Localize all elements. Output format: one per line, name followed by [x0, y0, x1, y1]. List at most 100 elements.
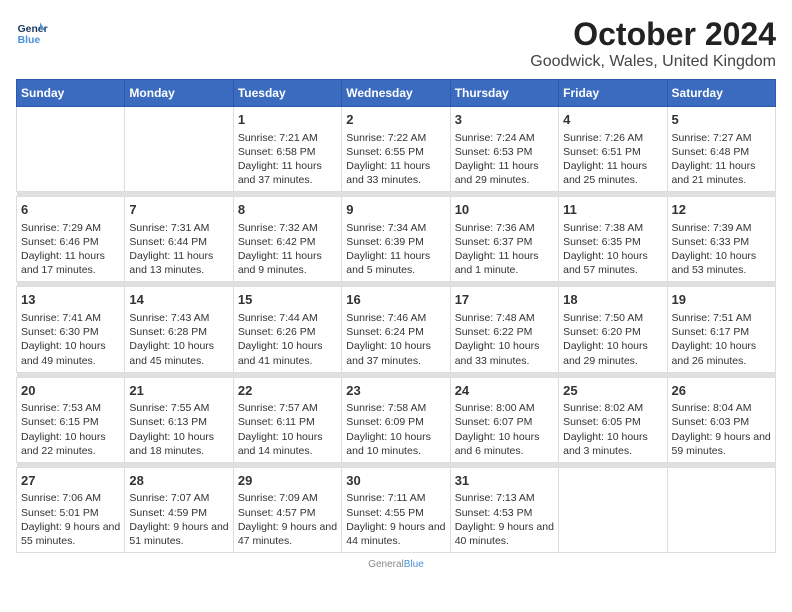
- day-number: 16: [346, 291, 445, 309]
- day-info: Sunrise: 7:39 AM Sunset: 6:33 PM Dayligh…: [672, 221, 771, 278]
- table-row: 3 Sunrise: 7:24 AM Sunset: 6:53 PM Daylig…: [450, 107, 558, 192]
- day-number: 6: [21, 201, 120, 219]
- calendar-week-row: 1 Sunrise: 7:21 AM Sunset: 6:58 PM Daylig…: [17, 107, 776, 192]
- col-sunday: Sunday: [17, 80, 125, 107]
- day-number: 29: [238, 472, 337, 490]
- day-number: 3: [455, 111, 554, 129]
- day-info: Sunrise: 7:24 AM Sunset: 6:53 PM Dayligh…: [455, 131, 554, 188]
- day-info: Sunrise: 7:21 AM Sunset: 6:58 PM Dayligh…: [238, 131, 337, 188]
- day-info: Sunrise: 7:48 AM Sunset: 6:22 PM Dayligh…: [455, 311, 554, 368]
- table-row: 19 Sunrise: 7:51 AM Sunset: 6:17 PM Dayli…: [667, 287, 775, 372]
- day-number: 23: [346, 382, 445, 400]
- day-number: 8: [238, 201, 337, 219]
- table-row: 15 Sunrise: 7:44 AM Sunset: 6:26 PM Dayli…: [233, 287, 341, 372]
- day-info: Sunrise: 7:06 AM Sunset: 5:01 PM Dayligh…: [21, 491, 120, 548]
- day-info: Sunrise: 7:31 AM Sunset: 6:44 PM Dayligh…: [129, 221, 228, 278]
- table-row: 27Sunrise: 7:06 AM Sunset: 5:01 PM Dayli…: [17, 467, 125, 552]
- day-number: 20: [21, 382, 120, 400]
- day-info: Sunrise: 7:51 AM Sunset: 6:17 PM Dayligh…: [672, 311, 771, 368]
- table-row: 28Sunrise: 7:07 AM Sunset: 4:59 PM Dayli…: [125, 467, 233, 552]
- day-info: Sunrise: 7:26 AM Sunset: 6:51 PM Dayligh…: [563, 131, 662, 188]
- calendar-week-row: 6 Sunrise: 7:29 AM Sunset: 6:46 PM Daylig…: [17, 197, 776, 282]
- page-subtitle: Goodwick, Wales, United Kingdom: [530, 53, 776, 71]
- day-info: Sunrise: 7:29 AM Sunset: 6:46 PM Dayligh…: [21, 221, 120, 278]
- table-row: 14 Sunrise: 7:43 AM Sunset: 6:28 PM Dayli…: [125, 287, 233, 372]
- table-row: 22Sunrise: 7:57 AM Sunset: 6:11 PM Dayli…: [233, 377, 341, 462]
- calendar-week-row: 13 Sunrise: 7:41 AM Sunset: 6:30 PM Dayli…: [17, 287, 776, 372]
- page-title: October 2024: [530, 16, 776, 53]
- table-row: 12Sunrise: 7:39 AM Sunset: 6:33 PM Dayli…: [667, 197, 775, 282]
- logo: General Blue: [16, 16, 48, 48]
- day-info: Sunrise: 7:53 AM Sunset: 6:15 PM Dayligh…: [21, 401, 120, 458]
- table-row: 18Sunrise: 7:50 AM Sunset: 6:20 PM Dayli…: [559, 287, 667, 372]
- table-row: 11Sunrise: 7:38 AM Sunset: 6:35 PM Dayli…: [559, 197, 667, 282]
- day-info: Sunrise: 7:58 AM Sunset: 6:09 PM Dayligh…: [346, 401, 445, 458]
- day-number: 15: [238, 291, 337, 309]
- day-info: Sunrise: 7:46 AM Sunset: 6:24 PM Dayligh…: [346, 311, 445, 368]
- day-info: Sunrise: 8:00 AM Sunset: 6:07 PM Dayligh…: [455, 401, 554, 458]
- table-row: 6 Sunrise: 7:29 AM Sunset: 6:46 PM Daylig…: [17, 197, 125, 282]
- day-number: 5: [672, 111, 771, 129]
- day-number: 7: [129, 201, 228, 219]
- table-row: [667, 467, 775, 552]
- table-row: 8 Sunrise: 7:32 AM Sunset: 6:42 PM Daylig…: [233, 197, 341, 282]
- table-row: 26Sunrise: 8:04 AM Sunset: 6:03 PM Dayli…: [667, 377, 775, 462]
- day-number: 25: [563, 382, 662, 400]
- table-row: 25Sunrise: 8:02 AM Sunset: 6:05 PM Dayli…: [559, 377, 667, 462]
- table-row: 2 Sunrise: 7:22 AM Sunset: 6:55 PM Daylig…: [342, 107, 450, 192]
- page-header: General Blue October 2024 Goodwick, Wale…: [16, 16, 776, 71]
- day-number: 27: [21, 472, 120, 490]
- day-number: 17: [455, 291, 554, 309]
- day-number: 10: [455, 201, 554, 219]
- day-info: Sunrise: 7:32 AM Sunset: 6:42 PM Dayligh…: [238, 221, 337, 278]
- day-number: 21: [129, 382, 228, 400]
- day-info: Sunrise: 7:22 AM Sunset: 6:55 PM Dayligh…: [346, 131, 445, 188]
- day-number: 14: [129, 291, 228, 309]
- table-row: 16 Sunrise: 7:46 AM Sunset: 6:24 PM Dayli…: [342, 287, 450, 372]
- table-row: 31Sunrise: 7:13 AM Sunset: 4:53 PM Dayli…: [450, 467, 558, 552]
- day-info: Sunrise: 7:43 AM Sunset: 6:28 PM Dayligh…: [129, 311, 228, 368]
- table-row: 13 Sunrise: 7:41 AM Sunset: 6:30 PM Dayli…: [17, 287, 125, 372]
- footer-note: GeneralBlue: [16, 559, 776, 570]
- col-saturday: Saturday: [667, 80, 775, 107]
- day-info: Sunrise: 7:36 AM Sunset: 6:37 PM Dayligh…: [455, 221, 554, 278]
- day-number: 28: [129, 472, 228, 490]
- day-number: 2: [346, 111, 445, 129]
- day-number: 18: [563, 291, 662, 309]
- col-wednesday: Wednesday: [342, 80, 450, 107]
- day-number: 19: [672, 291, 771, 309]
- calendar-header-row: Sunday Monday Tuesday Wednesday Thursday…: [17, 80, 776, 107]
- day-number: 26: [672, 382, 771, 400]
- table-row: 23Sunrise: 7:58 AM Sunset: 6:09 PM Dayli…: [342, 377, 450, 462]
- table-row: 9Sunrise: 7:34 AM Sunset: 6:39 PM Daylig…: [342, 197, 450, 282]
- col-thursday: Thursday: [450, 80, 558, 107]
- day-info: Sunrise: 7:13 AM Sunset: 4:53 PM Dayligh…: [455, 491, 554, 548]
- title-block: October 2024 Goodwick, Wales, United Kin…: [530, 16, 776, 71]
- day-number: 11: [563, 201, 662, 219]
- table-row: 5Sunrise: 7:27 AM Sunset: 6:48 PM Daylig…: [667, 107, 775, 192]
- col-tuesday: Tuesday: [233, 80, 341, 107]
- day-info: Sunrise: 7:44 AM Sunset: 6:26 PM Dayligh…: [238, 311, 337, 368]
- day-number: 4: [563, 111, 662, 129]
- day-info: Sunrise: 8:02 AM Sunset: 6:05 PM Dayligh…: [563, 401, 662, 458]
- day-number: 24: [455, 382, 554, 400]
- day-info: Sunrise: 7:11 AM Sunset: 4:55 PM Dayligh…: [346, 491, 445, 548]
- day-number: 30: [346, 472, 445, 490]
- day-number: 9: [346, 201, 445, 219]
- table-row: [125, 107, 233, 192]
- table-row: 21Sunrise: 7:55 AM Sunset: 6:13 PM Dayli…: [125, 377, 233, 462]
- day-info: Sunrise: 7:41 AM Sunset: 6:30 PM Dayligh…: [21, 311, 120, 368]
- calendar-week-row: 27Sunrise: 7:06 AM Sunset: 5:01 PM Dayli…: [17, 467, 776, 552]
- day-info: Sunrise: 7:57 AM Sunset: 6:11 PM Dayligh…: [238, 401, 337, 458]
- day-number: 1: [238, 111, 337, 129]
- table-row: 4 Sunrise: 7:26 AM Sunset: 6:51 PM Daylig…: [559, 107, 667, 192]
- day-number: 13: [21, 291, 120, 309]
- table-row: 10 Sunrise: 7:36 AM Sunset: 6:37 PM Dayli…: [450, 197, 558, 282]
- col-friday: Friday: [559, 80, 667, 107]
- calendar-table: Sunday Monday Tuesday Wednesday Thursday…: [16, 79, 776, 553]
- table-row: 24Sunrise: 8:00 AM Sunset: 6:07 PM Dayli…: [450, 377, 558, 462]
- day-number: 31: [455, 472, 554, 490]
- table-row: 1 Sunrise: 7:21 AM Sunset: 6:58 PM Daylig…: [233, 107, 341, 192]
- logo-icon: General Blue: [16, 16, 48, 48]
- calendar-week-row: 20Sunrise: 7:53 AM Sunset: 6:15 PM Dayli…: [17, 377, 776, 462]
